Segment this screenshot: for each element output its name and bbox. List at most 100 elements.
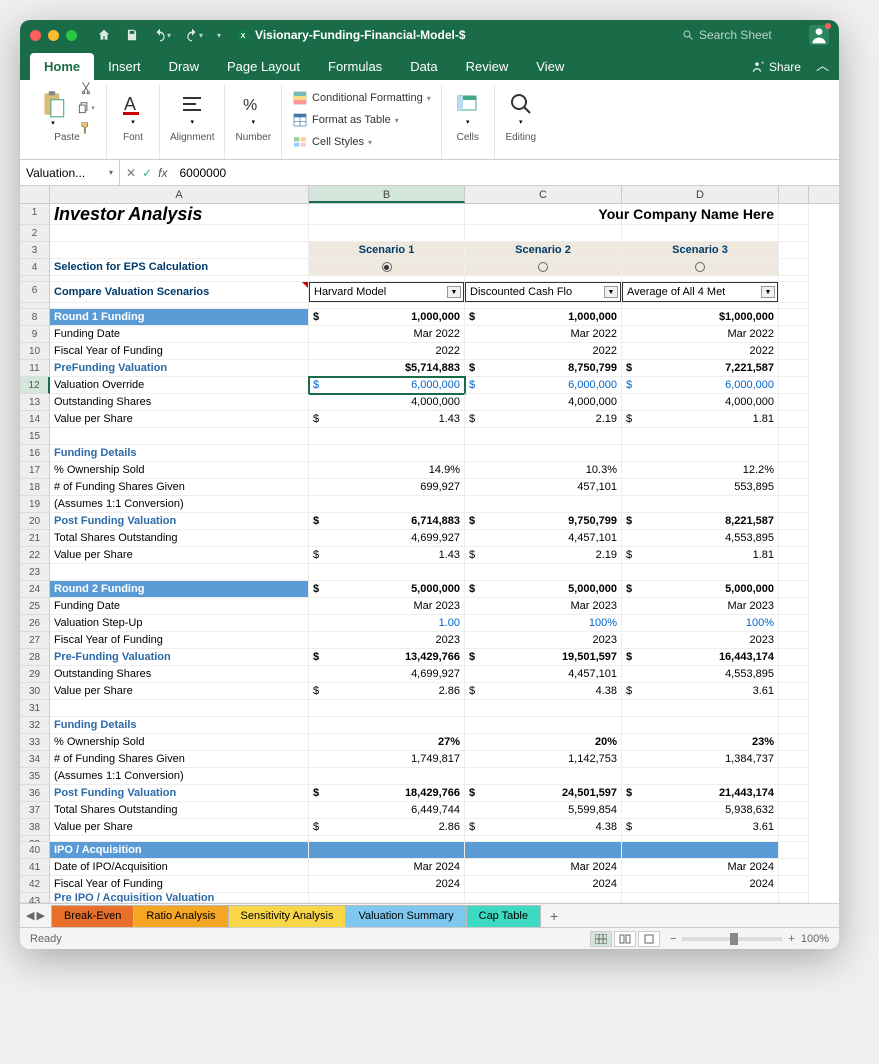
- minimize-window[interactable]: [48, 30, 59, 41]
- cell[interactable]: Selection for EPS Calculation: [50, 259, 309, 276]
- cell[interactable]: [622, 564, 779, 581]
- cell[interactable]: 4,699,927: [309, 530, 465, 547]
- cell[interactable]: 6,449,744: [309, 802, 465, 819]
- scenario-model-dropdown-1[interactable]: Harvard Model▼: [309, 282, 464, 302]
- cell[interactable]: Value per Share: [50, 819, 309, 836]
- cell[interactable]: [779, 683, 809, 700]
- cell[interactable]: [622, 842, 779, 859]
- cell[interactable]: 4,000,000: [622, 394, 779, 411]
- cell[interactable]: $5,000,000: [309, 581, 465, 598]
- cell[interactable]: Discounted Cash Flo▼: [465, 282, 622, 303]
- cell[interactable]: 2023: [622, 632, 779, 649]
- cell[interactable]: [465, 564, 622, 581]
- sheet-tab-sensitivity-analysis[interactable]: Sensitivity Analysis: [228, 905, 347, 927]
- select-all-corner[interactable]: [20, 186, 50, 203]
- cell[interactable]: [779, 204, 809, 225]
- cell[interactable]: [622, 225, 779, 242]
- cell[interactable]: $2.86: [309, 819, 465, 836]
- cell[interactable]: $1.81: [622, 547, 779, 564]
- cell[interactable]: [622, 768, 779, 785]
- cell[interactable]: # of Funding Shares Given: [50, 751, 309, 768]
- cell[interactable]: $9,750,799: [465, 513, 622, 530]
- copy-button[interactable]: ▾: [76, 99, 96, 117]
- cell[interactable]: 4,000,000: [465, 394, 622, 411]
- formula-confirm[interactable]: ✓: [142, 166, 152, 180]
- close-window[interactable]: [30, 30, 41, 41]
- tab-page-layout[interactable]: Page Layout: [213, 53, 314, 80]
- cell[interactable]: [622, 428, 779, 445]
- cell[interactable]: (Assumes 1:1 Conversion): [50, 768, 309, 785]
- sheet-nav-next[interactable]: ▶: [36, 909, 44, 922]
- cell[interactable]: [50, 225, 309, 242]
- cell[interactable]: Funding Date: [50, 326, 309, 343]
- cell[interactable]: [50, 564, 309, 581]
- collapse-ribbon[interactable]: ︿: [816, 55, 829, 80]
- cell[interactable]: [622, 893, 779, 903]
- cell[interactable]: [779, 666, 809, 683]
- cell[interactable]: Mar 2023: [309, 598, 465, 615]
- cell[interactable]: [779, 242, 809, 259]
- cell[interactable]: Mar 2022: [309, 326, 465, 343]
- cell[interactable]: $5,714,883: [309, 360, 465, 377]
- cell[interactable]: $2.19: [465, 547, 622, 564]
- cell[interactable]: [309, 717, 465, 734]
- cell[interactable]: [779, 225, 809, 242]
- cell[interactable]: Fiscal Year of Funding: [50, 876, 309, 893]
- view-normal[interactable]: [590, 931, 612, 947]
- cell[interactable]: 699,927: [309, 479, 465, 496]
- cell[interactable]: [779, 893, 809, 903]
- cell[interactable]: [50, 700, 309, 717]
- cell[interactable]: # of Funding Shares Given: [50, 479, 309, 496]
- name-box[interactable]: Valuation... ▾: [20, 160, 120, 185]
- cell[interactable]: 2022: [622, 343, 779, 360]
- cell[interactable]: Value per Share: [50, 547, 309, 564]
- cut-button[interactable]: [76, 79, 96, 97]
- cell[interactable]: $1,000,000: [622, 309, 779, 326]
- cell[interactable]: [779, 547, 809, 564]
- cell[interactable]: [465, 496, 622, 513]
- cell-styles-button[interactable]: Cell Styles▾: [292, 131, 372, 153]
- cell[interactable]: Date of IPO/Acquisition: [50, 859, 309, 876]
- cell[interactable]: Value per Share: [50, 683, 309, 700]
- cell[interactable]: [309, 842, 465, 859]
- cell[interactable]: 4,553,895: [622, 666, 779, 683]
- cell[interactable]: 457,101: [465, 479, 622, 496]
- cell[interactable]: [779, 734, 809, 751]
- cell[interactable]: Total Shares Outstanding: [50, 530, 309, 547]
- cell[interactable]: [622, 445, 779, 462]
- cell[interactable]: 2023: [309, 632, 465, 649]
- cell[interactable]: $2.19: [465, 411, 622, 428]
- view-page-layout[interactable]: [614, 931, 636, 947]
- cell[interactable]: 4,000,000: [309, 394, 465, 411]
- number-group-button[interactable]: % ▾: [237, 88, 269, 128]
- cell[interactable]: $1.43: [309, 547, 465, 564]
- cell[interactable]: [779, 282, 809, 303]
- cell[interactable]: [779, 802, 809, 819]
- cell[interactable]: [465, 842, 622, 859]
- cell[interactable]: Your Company Name Here: [622, 204, 779, 225]
- cell[interactable]: 4,457,101: [465, 530, 622, 547]
- cell[interactable]: Funding Details: [50, 445, 309, 462]
- cell[interactable]: 2023: [465, 632, 622, 649]
- cell[interactable]: $5,000,000: [622, 581, 779, 598]
- cell[interactable]: $13,429,766: [309, 649, 465, 666]
- radio-scenario-2[interactable]: [538, 262, 548, 272]
- cell[interactable]: [465, 893, 622, 903]
- cell[interactable]: [779, 768, 809, 785]
- cell[interactable]: PreFunding Valuation: [50, 360, 309, 377]
- cell[interactable]: Outstanding Shares: [50, 394, 309, 411]
- sheet-tab-ratio-analysis[interactable]: Ratio Analysis: [133, 905, 228, 927]
- cell[interactable]: $6,714,883: [309, 513, 465, 530]
- cell[interactable]: Funding Details: [50, 717, 309, 734]
- cell[interactable]: [779, 615, 809, 632]
- sheet-nav-prev[interactable]: ◀: [26, 909, 34, 922]
- cell[interactable]: [622, 717, 779, 734]
- cell[interactable]: [779, 842, 809, 859]
- col-header-c[interactable]: C: [465, 186, 622, 203]
- scenario-model-dropdown-3[interactable]: Average of All 4 Met▼: [622, 282, 778, 302]
- cell[interactable]: 553,895: [622, 479, 779, 496]
- cell[interactable]: [309, 225, 465, 242]
- cell[interactable]: 2024: [465, 876, 622, 893]
- cell[interactable]: Investor Analysis: [50, 204, 309, 225]
- cell[interactable]: Average of All 4 Met▼: [622, 282, 779, 303]
